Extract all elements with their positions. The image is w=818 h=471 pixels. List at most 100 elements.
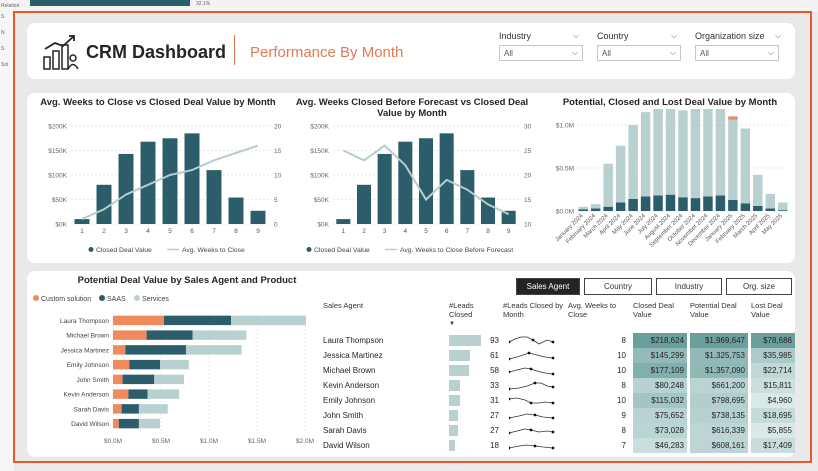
bar-segment (138, 404, 168, 414)
industry-slicer-label: Industry (499, 31, 532, 41)
bar-segment (154, 374, 185, 385)
dashboard-frame: CRM Dashboard Performance By Month Indus… (13, 11, 812, 463)
tab-country[interactable]: Country (584, 278, 652, 295)
bar-segment (578, 209, 588, 211)
industry-dropdown[interactable]: All ⌵ (499, 45, 583, 61)
table-row[interactable]: David Wilson 18 7 $46,283 $608,161 $17,409 (323, 438, 795, 453)
y2-tick-label: 20 (524, 173, 532, 180)
cell-closed-deal-value: $80,248 (633, 378, 687, 393)
cell-potential-deal-value: $738,135 (690, 408, 748, 423)
x-tick-label: $0.5M (152, 438, 170, 445)
bar-segment (146, 330, 193, 340)
country-slicer[interactable]: Country ⌵ All ⌵ (597, 31, 681, 61)
cell-sales-agent: Emily Johnson (323, 396, 376, 405)
bar-segment (715, 109, 726, 196)
column-header-leads-closed[interactable]: #Leads Closed (449, 301, 489, 319)
cell-potential-deal-value: $1,969,647 (690, 333, 748, 348)
dashboard-subtitle: Performance By Month (250, 44, 404, 61)
table-row[interactable]: Laura Thompson 93 8 $218,624 $1,969,647 $78,6… (323, 333, 795, 348)
y-tick-label: $1.0M (556, 123, 574, 130)
cell-leads-closed: 31 (490, 396, 499, 405)
bar-segment (765, 208, 776, 211)
column-header-avg-weeks-to-close[interactable]: Avg. Weeks to Close (568, 301, 628, 319)
bar (162, 138, 178, 224)
bar-segment (628, 198, 638, 211)
sparkline-marker (529, 428, 533, 432)
leads-data-bar (449, 350, 470, 361)
sparkline-marker (509, 431, 511, 435)
column-header-closed-deal-value[interactable]: Closed Deal Value (633, 301, 685, 319)
legend-label: Avg. Weeks to Close (182, 247, 245, 254)
bar-segment (121, 404, 139, 414)
bar-segment (703, 109, 713, 197)
table-row[interactable]: Jessica Martinez 61 10 $145,299 $1,325,753 $3… (323, 348, 795, 363)
chevron-down-icon[interactable]: ⌵ (573, 31, 579, 41)
chevron-down-icon[interactable]: ⌵ (671, 31, 677, 41)
country-value: All (602, 49, 611, 58)
x-tick-label: 3 (383, 228, 387, 235)
table-row[interactable]: John Smith 27 9 $75,652 $738,135 $18,695 (323, 408, 795, 423)
chevron-down-icon[interactable]: ⌵ (775, 31, 781, 41)
bar-segment (113, 359, 130, 370)
table-row[interactable]: Michael Brown 58 10 $177,109 $1,357,090 $22,7… (323, 363, 795, 378)
cell-lost-deal-value: $15,811 (751, 378, 795, 393)
header-card: CRM Dashboard Performance By Month Indus… (27, 23, 795, 79)
cell-leads-closed: 93 (490, 336, 499, 345)
background-label: Sot (1, 62, 9, 68)
country-dropdown[interactable]: All ⌵ (597, 45, 681, 61)
column-header-lost-deal-value[interactable]: Lost Deal Value (751, 301, 795, 319)
cell-closed-deal-value: $177,109 (633, 363, 687, 378)
bar-segment (113, 374, 123, 385)
chart2-svg: $0K $50K $100K $150K $200K 10 15 20 25 30 1 2 3 4 5 6 7 8… (306, 124, 532, 254)
category-label: David Wilson (71, 421, 109, 428)
sparkline-marker (509, 370, 511, 374)
sparkline-path (509, 444, 554, 449)
bar-segment (665, 109, 676, 195)
sparkline-marker (531, 338, 535, 342)
table-row[interactable]: Sarah Davis 27 8 $73,028 $616,339 $5,855 (323, 423, 795, 438)
bar (356, 184, 372, 224)
bar (250, 210, 266, 224)
x-tick-label: 5 (168, 228, 172, 235)
organization-size-dropdown[interactable]: All ⌵ (695, 45, 779, 61)
y-tick-label: $150K (310, 148, 329, 155)
tab-industry[interactable]: Industry (656, 278, 722, 295)
x-tick-label: 7 (466, 228, 470, 235)
charts-card: Avg. Weeks to Close vs Closed Deal Value… (27, 93, 795, 263)
bar-segment (122, 374, 155, 385)
sparkline-marker (551, 430, 555, 434)
x-tick-label: $2.0M (296, 438, 314, 445)
cell-sales-agent: David Wilson (323, 441, 370, 450)
bar-segment (113, 389, 129, 399)
column-header-leads-closed-by-month[interactable]: #Leads Closed by Month (503, 301, 565, 319)
x-tick-label: 3 (124, 228, 128, 235)
sparkline (509, 413, 555, 420)
sort-descending-icon[interactable]: ▼ (449, 320, 455, 329)
cell-avg-weeks: 10 (617, 396, 626, 405)
leads-data-bar (449, 440, 456, 451)
column-header-potential-deal-value[interactable]: Potential Deal Value (690, 301, 746, 319)
industry-slicer[interactable]: Industry ⌵ All ⌵ (499, 31, 583, 61)
x-tick-label: $0.0M (104, 438, 122, 445)
y-tick-label: $0K (55, 222, 67, 229)
tab-sales-agent[interactable]: Sales Agent (516, 278, 580, 295)
tab-org-size[interactable]: Org. size (726, 278, 792, 295)
legend-label: Services (142, 296, 169, 303)
x-tick-label: $1.0M (200, 438, 218, 445)
table-row[interactable]: Kevin Anderson 33 8 $80,248 $661,200 $15,811 (323, 378, 795, 393)
organization-size-slicer[interactable]: Organization size ⌵ All ⌵ (695, 31, 781, 61)
background-label: S (1, 14, 5, 20)
sparkline-marker (509, 357, 511, 361)
dashboard-title: CRM Dashboard (86, 42, 227, 62)
column-header-sales-agent[interactable]: Sales Agent (323, 301, 423, 310)
sparkline-marker (527, 351, 531, 355)
cell-potential-deal-value: $616,339 (690, 423, 748, 438)
legend-marker (88, 247, 94, 252)
bar (336, 219, 351, 224)
sparkline-path (509, 352, 554, 360)
bar-segment (690, 109, 701, 199)
bar-segment (715, 195, 726, 211)
chart1-title: Avg. Weeks to Close vs Closed Deal Value… (40, 97, 276, 108)
table-row[interactable]: Emily Johnson 31 10 $115,032 $798,695 $4,960 (323, 393, 795, 408)
bar-segment (653, 195, 663, 211)
